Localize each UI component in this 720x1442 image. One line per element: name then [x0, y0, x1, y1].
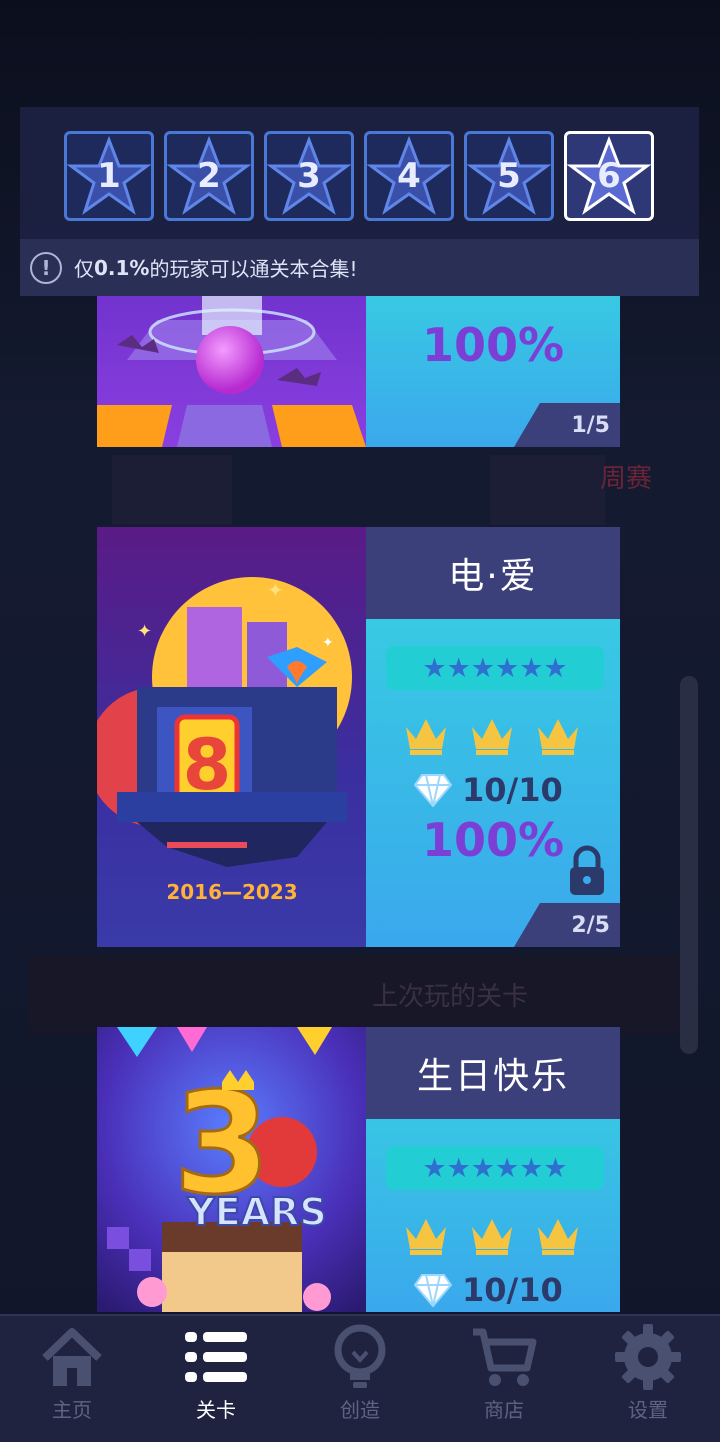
level-tab-1[interactable]: 1: [64, 131, 154, 221]
notice-bar: ! 仅 0.1% 的玩家可以通关本合集!: [20, 239, 699, 296]
nav-label: 设置: [628, 1398, 668, 1422]
svg-text:✦: ✦: [322, 635, 334, 651]
level-number: 4: [397, 156, 421, 196]
level-tab-5[interactable]: 5: [464, 131, 554, 221]
notice-highlight: 0.1%: [94, 255, 150, 280]
level-number: 5: [497, 156, 521, 196]
level-artwork: 3 YEARS: [97, 1027, 366, 1312]
level-number: 3: [297, 156, 321, 196]
art-years: 2016—2023: [166, 880, 297, 904]
diamond-icon: [414, 774, 452, 807]
level-title: 生日快乐: [366, 1027, 620, 1119]
list-icon: [185, 1332, 247, 1382]
crown-icon: [472, 719, 512, 755]
level-tabs: 1 2 3 4 5 6: [64, 131, 654, 221]
nav-home[interactable]: 主页: [0, 1316, 144, 1442]
level-selector-panel: 1 2 3 4 5 6 ! 仅 0.1% 的玩家可以通关本合集!: [20, 107, 699, 296]
star-rating: ★★★★★★: [386, 646, 604, 690]
level-stats-panel: 电·爱 ★★★★★★ 10/10 100% 2/5: [366, 527, 620, 947]
level-artwork: 8 2016—2023 ✦ ✦ ✦: [97, 527, 366, 947]
level-tab-3[interactable]: 3: [264, 131, 354, 221]
level-tab-4[interactable]: 4: [364, 131, 454, 221]
diamond-count-row: 10/10: [414, 771, 563, 809]
level-number: 6: [597, 156, 621, 196]
crown-icon: [472, 1219, 512, 1255]
cart-icon: [473, 1328, 537, 1386]
level-card[interactable]: 8 2016—2023 ✦ ✦ ✦ 电·爱 ★★★★★★ 10/10 100% …: [97, 527, 620, 947]
level-number: 2: [197, 156, 221, 196]
svg-text:✦: ✦: [137, 621, 152, 642]
nav-shop[interactable]: 商店: [432, 1316, 576, 1442]
crown-icon: [538, 719, 578, 755]
notice-suffix: 的玩家可以通关本合集!: [149, 257, 358, 281]
crown-icon: [406, 1219, 446, 1255]
page-indicator: 1/5: [514, 403, 620, 447]
lock-icon: [570, 845, 604, 895]
nav-label: 创造: [340, 1398, 380, 1422]
star-rating: ★★★★★★: [386, 1146, 604, 1190]
diamond-count-row: 10/10: [414, 1271, 563, 1309]
nav-levels[interactable]: 关卡: [144, 1316, 288, 1442]
diamond-count: 10/10: [462, 771, 563, 809]
nav-label: 主页: [52, 1398, 92, 1422]
svg-text:✦: ✦: [267, 578, 284, 602]
level-tab-2[interactable]: 2: [164, 131, 254, 221]
level-stats-panel: 生日快乐 ★★★★★★ 10/10: [366, 1027, 620, 1312]
scrollbar[interactable]: [680, 676, 698, 1054]
diamond-icon: [414, 1274, 452, 1307]
completion-percent: 100%: [421, 318, 565, 372]
notice-prefix: 仅: [74, 257, 94, 281]
crown-rating: [402, 1213, 582, 1257]
page-indicator: 2/5: [514, 903, 620, 947]
bottom-nav: 主页 关卡 创造 商店 设置: [0, 1314, 720, 1442]
crown-icon: [406, 719, 446, 755]
level-title: 电·爱: [366, 527, 620, 619]
nav-label: 关卡: [196, 1398, 236, 1422]
level-number: 1: [97, 156, 121, 196]
diamond-count: 10/10: [462, 1271, 563, 1309]
crown-icon: [538, 1219, 578, 1255]
nav-settings[interactable]: 设置: [576, 1316, 720, 1442]
level-tab-6[interactable]: 6: [564, 131, 654, 221]
crown-rating: [402, 713, 582, 757]
art-word: YEARS: [186, 1190, 327, 1234]
gear-icon: [615, 1324, 681, 1390]
home-icon: [42, 1328, 102, 1386]
nav-label: 商店: [484, 1398, 524, 1422]
level-card[interactable]: 3 YEARS 生日快乐 ★★★★★★ 10/10: [97, 1027, 620, 1312]
nav-create[interactable]: 创造: [288, 1316, 432, 1442]
info-icon: !: [30, 251, 62, 284]
lightbulb-icon: [334, 1324, 386, 1388]
